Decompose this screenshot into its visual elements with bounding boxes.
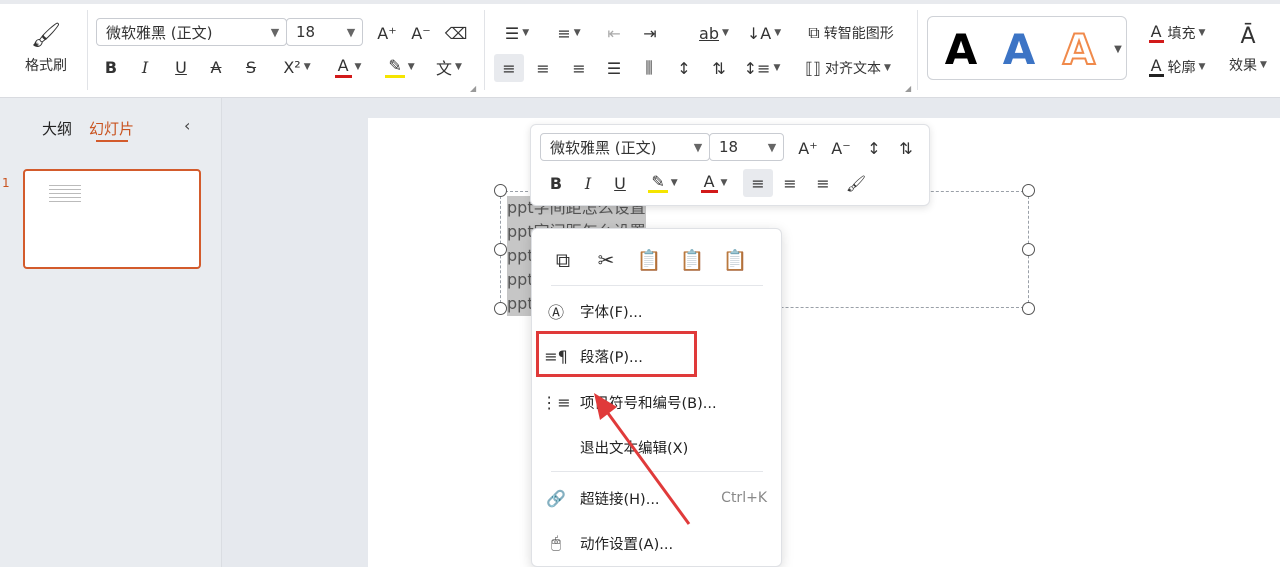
arrow-head (594, 393, 617, 420)
arrow-shaft (600, 404, 691, 525)
annotation-arrow (594, 393, 691, 525)
